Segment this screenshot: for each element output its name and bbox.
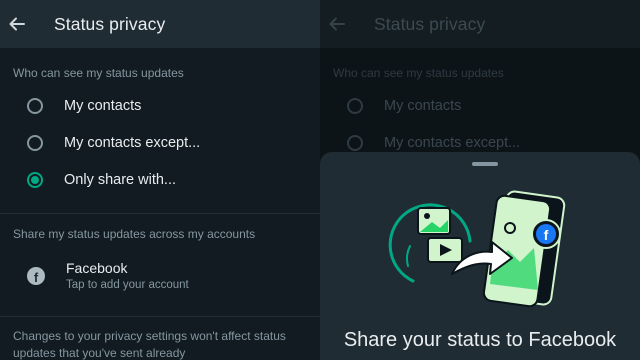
radio-button[interactable]	[27, 134, 43, 151]
radio-button	[347, 97, 363, 114]
back-button	[320, 0, 354, 48]
back-arrow-icon	[329, 17, 345, 31]
option-only-share-with[interactable]: Only share with...	[0, 161, 320, 198]
visibility-section-label: Who can see my status updates	[333, 66, 504, 80]
svg-text:f: f	[544, 227, 549, 243]
sheet-title: Share your status to Facebook	[343, 329, 617, 351]
option-label: Only share with...	[64, 171, 177, 188]
facebook-icon: f	[27, 267, 45, 285]
privacy-note: Changes to your privacy settings won't a…	[13, 329, 286, 360]
account-name: Facebook	[66, 260, 128, 276]
facebook-account-row[interactable]: f Facebook Tap to add your account	[0, 255, 320, 301]
option-my-contacts[interactable]: My contacts	[0, 87, 320, 124]
bottom-sheet[interactable]: f Share your status to Facebook	[320, 152, 640, 360]
back-arrow-icon	[9, 17, 25, 31]
account-subtitle: Tap to add your account	[66, 279, 189, 291]
app-bar: Status privacy	[0, 0, 320, 48]
share-section-label: Share my status updates across my accoun…	[13, 227, 256, 241]
option-label: My contacts except...	[384, 134, 521, 151]
page-title: Status privacy	[54, 13, 166, 34]
share-to-facebook-illustration: f	[388, 190, 566, 308]
radio-button-selected[interactable]	[27, 171, 43, 188]
visibility-section-label: Who can see my status updates	[13, 66, 184, 80]
option-label: My contacts	[384, 97, 462, 114]
radio-button	[347, 134, 363, 151]
dimmed-background: Status privacy Who can see my status upd…	[320, 0, 640, 152]
back-button[interactable]	[0, 0, 34, 48]
option-label: My contacts except...	[64, 134, 201, 151]
option-my-contacts-except[interactable]: My contacts except...	[0, 124, 320, 161]
app-bar: Status privacy	[320, 0, 640, 48]
option-label: My contacts	[64, 97, 142, 114]
page-title: Status privacy	[374, 13, 486, 34]
status-privacy-screen: Status privacy Who can see my status upd…	[0, 0, 320, 360]
share-to-facebook-screen: Status privacy Who can see my status upd…	[320, 0, 640, 360]
option-my-contacts: My contacts	[320, 87, 640, 124]
radio-button[interactable]	[27, 97, 43, 114]
